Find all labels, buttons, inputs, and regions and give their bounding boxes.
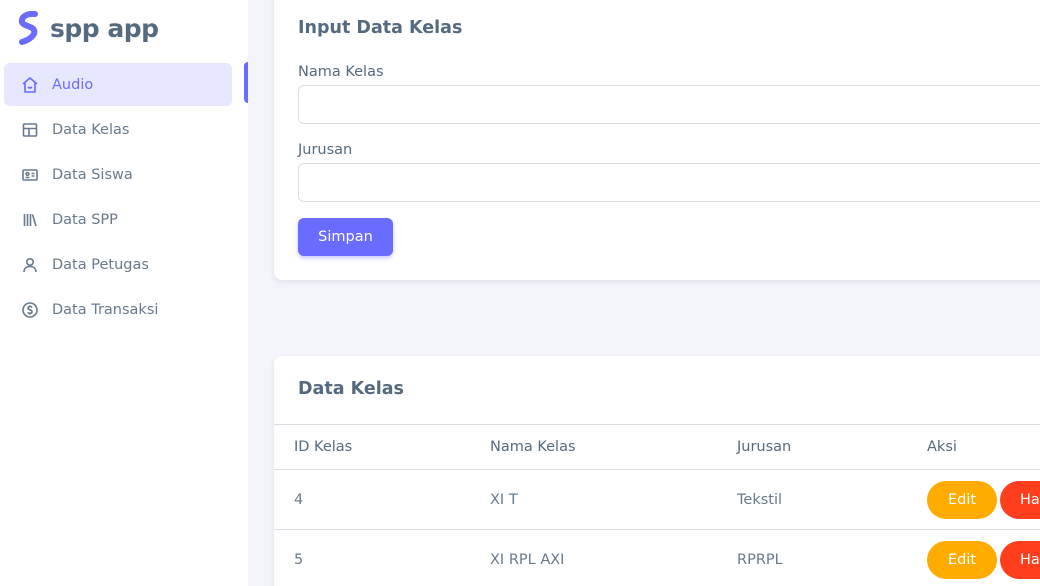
delete-button[interactable]: Ha: [1000, 541, 1040, 579]
header-id-kelas: ID Kelas: [294, 439, 353, 455]
brand-logo-icon: [18, 11, 38, 45]
home-icon: [21, 76, 39, 94]
table-row: 4 XI T Tekstil Edit Ha: [274, 470, 1040, 530]
dollar-circle-icon: [21, 301, 39, 319]
id-card-icon: [21, 166, 39, 184]
edit-button[interactable]: Edit: [927, 541, 997, 579]
header-jurusan: Jurusan: [737, 439, 792, 455]
active-indicator: [244, 62, 248, 103]
sidebar-item-label: Data Transaksi: [52, 301, 159, 318]
sidebar-item-label: Data Petugas: [52, 256, 149, 273]
sidebar-menu: Audio Data Kelas Data Siswa Data SPP Dat…: [4, 63, 232, 333]
sidebar-item-data-spp[interactable]: Data SPP: [4, 198, 232, 241]
cell-nama: XI RPL AXI: [490, 551, 565, 568]
table-row: 5 XI RPL AXI RPRPL Edit Ha: [274, 530, 1040, 586]
sidebar-item-data-transaksi[interactable]: Data Transaksi: [4, 288, 232, 331]
brand-name: spp app: [50, 13, 159, 43]
sidebar-item-label: Data Kelas: [52, 121, 130, 138]
header-nama-kelas: Nama Kelas: [490, 439, 576, 455]
save-button[interactable]: Simpan: [298, 218, 393, 256]
sidebar-item-label: Data Siswa: [52, 166, 133, 183]
cell-id: 5: [294, 551, 304, 568]
library-icon: [21, 211, 39, 229]
brand[interactable]: spp app: [18, 10, 159, 46]
table-title: Data Kelas: [298, 379, 404, 399]
table-card: Data Kelas ID Kelas Nama Kelas Jurusan A…: [274, 356, 1040, 586]
cell-id: 4: [294, 491, 304, 508]
sidebar-item-label: Data SPP: [52, 211, 118, 228]
layout-icon: [21, 121, 39, 139]
cell-nama: XI T: [490, 491, 518, 508]
user-icon: [21, 256, 39, 274]
nama-kelas-label: Nama Kelas: [298, 64, 384, 80]
sidebar-item-label: Audio: [52, 76, 94, 93]
sidebar-item-audio[interactable]: Audio: [4, 63, 232, 106]
form-card: Input Data Kelas Nama Kelas Jurusan Simp…: [274, 0, 1040, 280]
jurusan-label: Jurusan: [298, 142, 353, 158]
sidebar-item-data-petugas[interactable]: Data Petugas: [4, 243, 232, 286]
delete-button[interactable]: Ha: [1000, 481, 1040, 519]
sidebar: spp app Audio Data Kelas Data Siswa Data…: [0, 0, 248, 586]
sidebar-item-data-siswa[interactable]: Data Siswa: [4, 153, 232, 196]
cell-jurusan: RPRPL: [737, 551, 783, 568]
form-title: Input Data Kelas: [298, 18, 463, 38]
header-aksi: Aksi: [927, 439, 957, 455]
sidebar-item-data-kelas[interactable]: Data Kelas: [4, 108, 232, 151]
nama-kelas-input[interactable]: [298, 85, 1040, 124]
jurusan-input[interactable]: [298, 163, 1040, 202]
table-header: ID Kelas Nama Kelas Jurusan Aksi: [274, 424, 1040, 470]
cell-jurusan: Tekstil: [737, 491, 783, 508]
edit-button[interactable]: Edit: [927, 481, 997, 519]
